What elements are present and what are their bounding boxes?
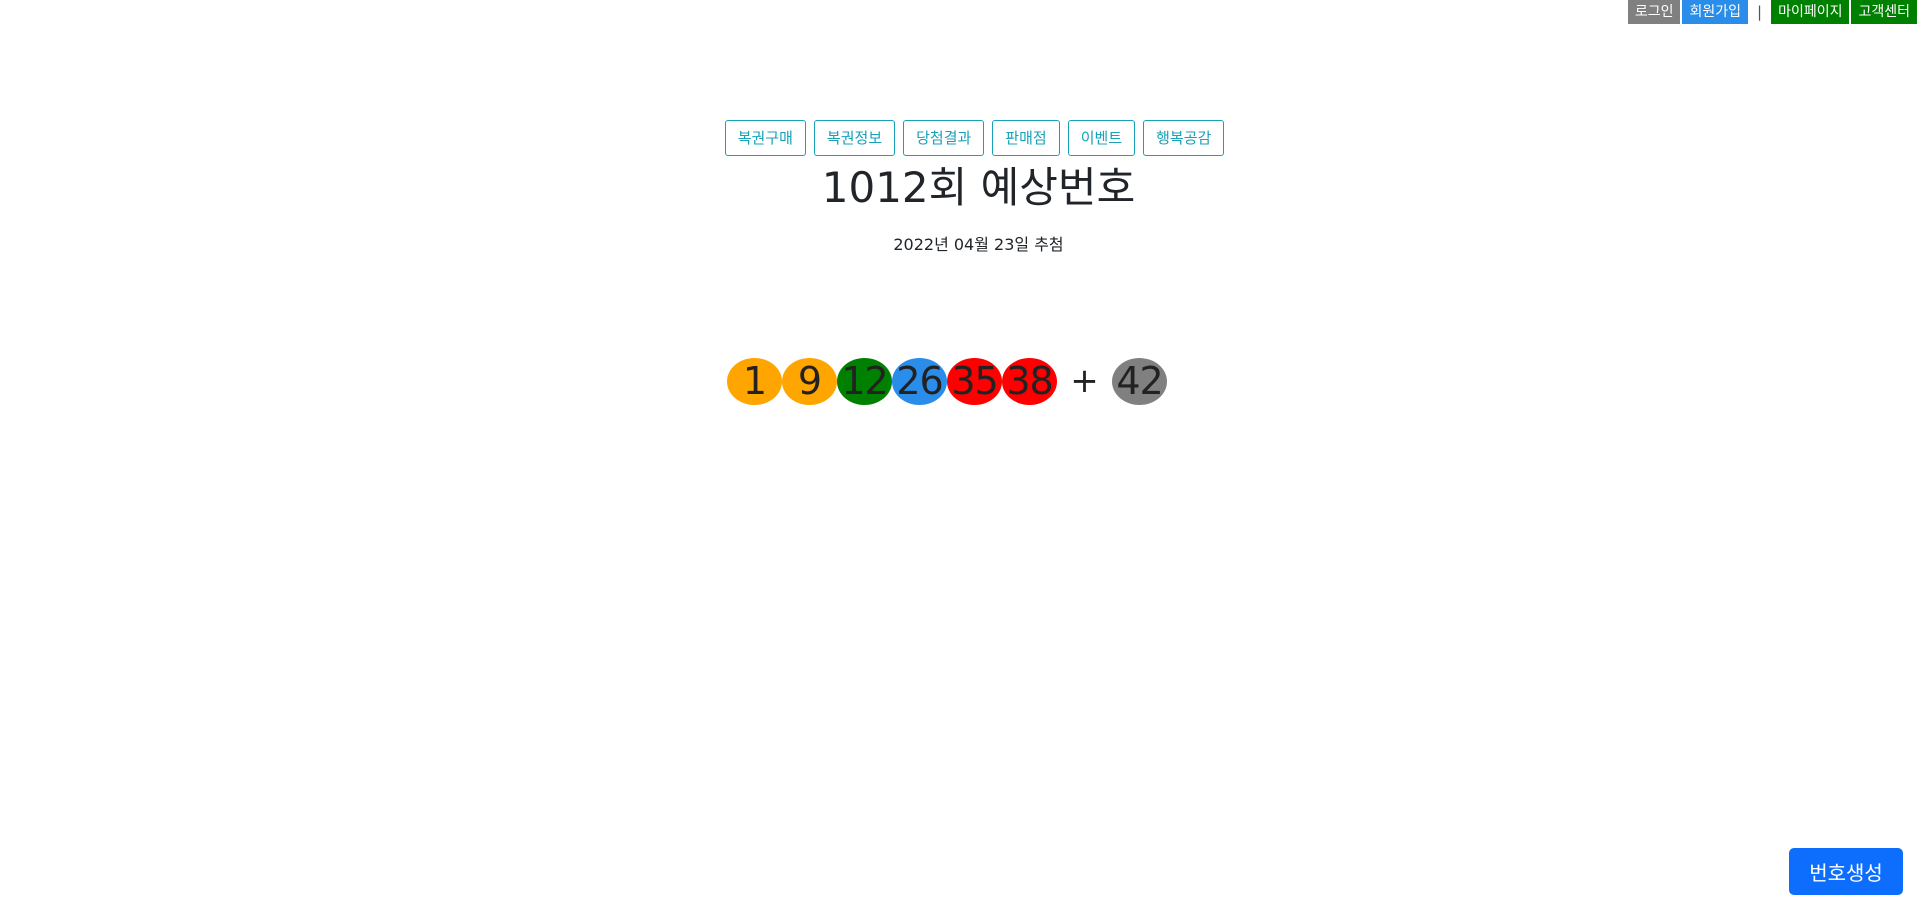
mypage-button[interactable]: 마이페이지 xyxy=(1771,0,1850,24)
nav-item-events[interactable]: 이벤트 xyxy=(1067,120,1136,156)
page: 로그인 회원가입 | 마이페이지 고객센터 복권구매 복권정보 당첨결과 판매점… xyxy=(0,0,1917,911)
page-title: 1012회 예상번호 xyxy=(821,163,1136,212)
signup-button[interactable]: 회원가입 xyxy=(1682,0,1748,24)
number-ball: 1 xyxy=(727,358,782,405)
nav-item-retailers[interactable]: 판매점 xyxy=(992,120,1060,156)
number-ball: 35 xyxy=(947,358,1002,405)
draw-date: 2022년 04월 23일 추첨 xyxy=(893,235,1064,254)
number-ball: 38 xyxy=(1002,358,1057,405)
generate-numbers-button[interactable]: 번호생성 xyxy=(1789,848,1903,895)
nav-item-lottery-purchase[interactable]: 복권구매 xyxy=(724,120,806,156)
nav-item-lottery-info[interactable]: 복권정보 xyxy=(813,120,896,156)
plus-sign: + xyxy=(1070,361,1099,401)
login-button[interactable]: 로그인 xyxy=(1627,0,1681,24)
bonus-ball: 42 xyxy=(1112,358,1167,405)
account-bar-separator: | xyxy=(1757,3,1763,21)
predicted-numbers: 1 9 12 26 35 38 + 42 xyxy=(727,358,1167,405)
main-nav: 복권구매 복권정보 당첨결과 판매점 이벤트 행복공감 xyxy=(0,120,1917,156)
number-ball: 9 xyxy=(782,358,837,405)
number-ball: 26 xyxy=(892,358,947,405)
nav-item-winning-results[interactable]: 당첨결과 xyxy=(903,120,985,156)
account-bar: 로그인 회원가입 | 마이페이지 고객센터 xyxy=(1627,0,1917,24)
support-button[interactable]: 고객센터 xyxy=(1851,0,1917,24)
nav-item-happy-space[interactable]: 행복공감 xyxy=(1143,120,1225,156)
number-ball: 12 xyxy=(837,358,892,405)
